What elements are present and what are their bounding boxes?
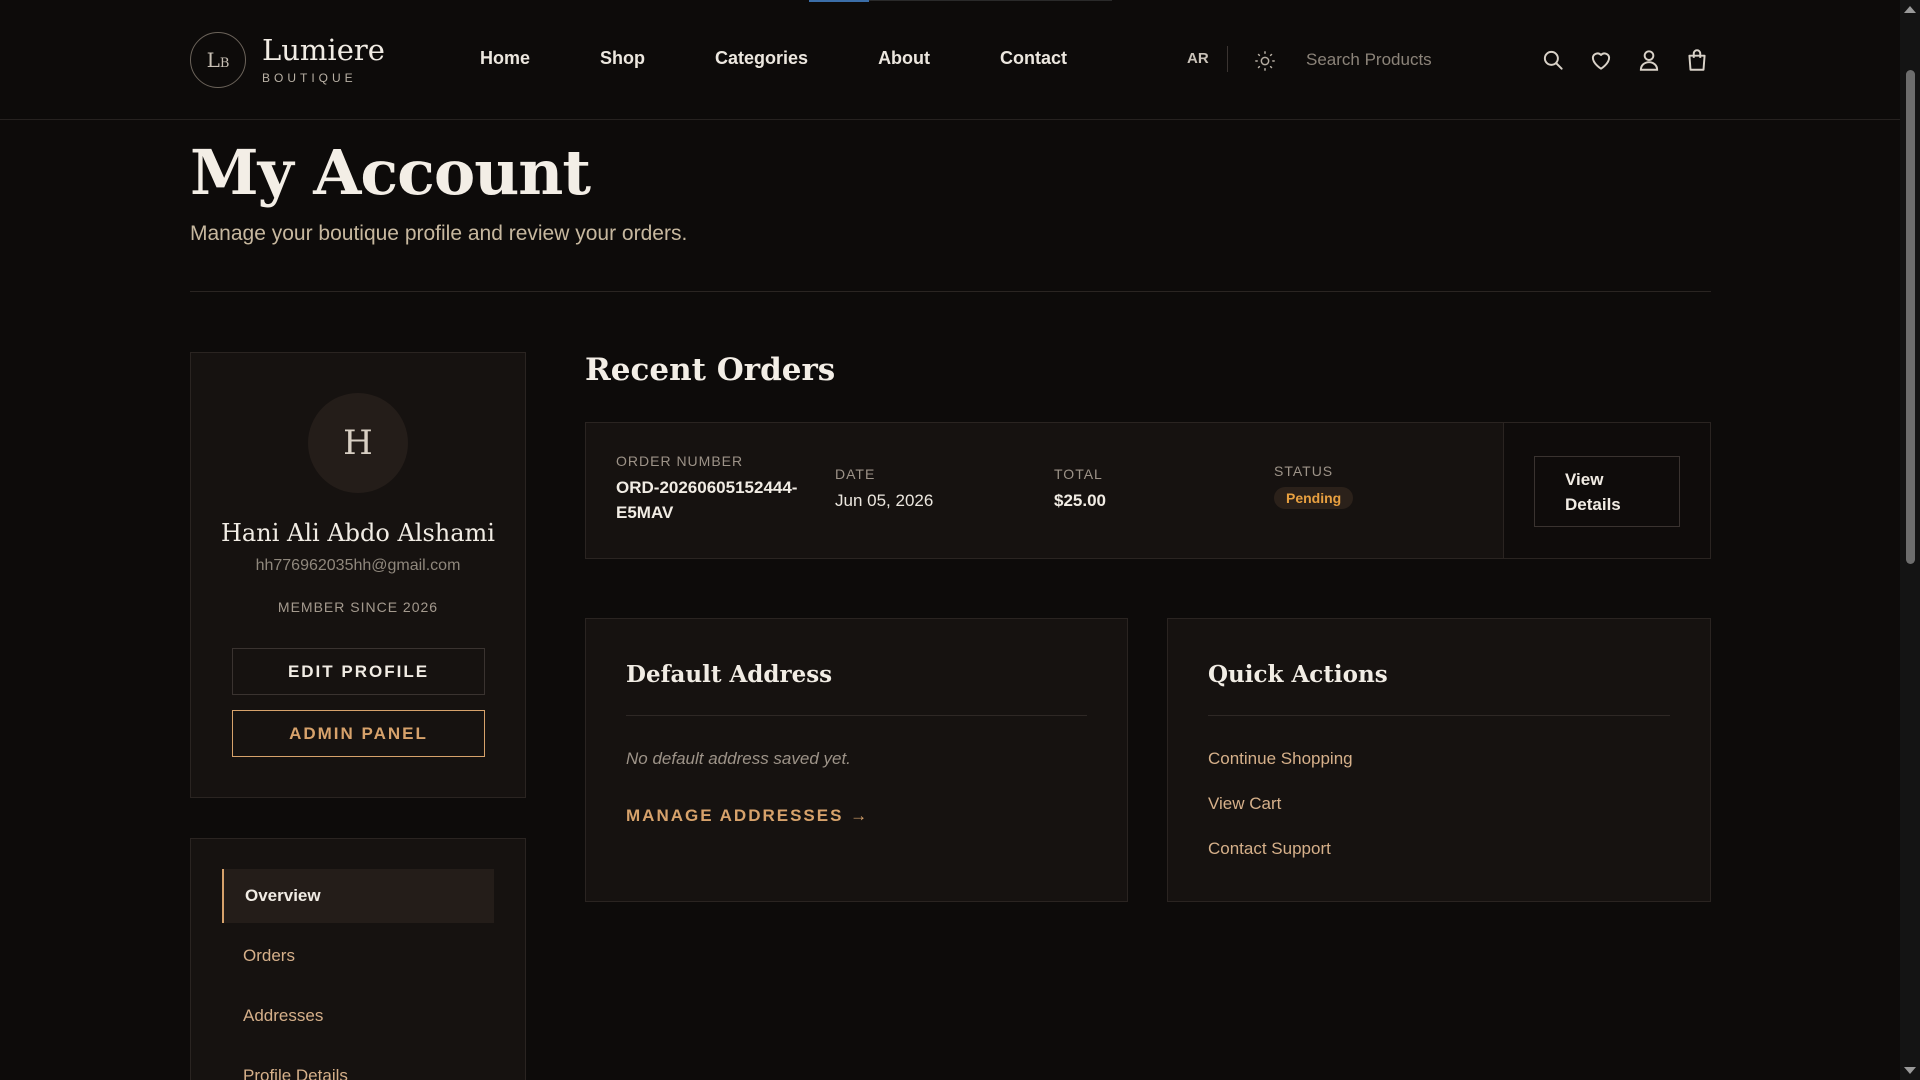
page-scrollbar[interactable] — [1900, 0, 1920, 1080]
sidenav-item-orders[interactable]: Orders — [222, 929, 494, 983]
search-input[interactable] — [1306, 46, 1526, 74]
view-cart-link[interactable]: View Cart — [1208, 794, 1281, 814]
no-address-text: No default address saved yet. — [626, 749, 851, 768]
contact-support-link[interactable]: Contact Support — [1208, 839, 1331, 859]
nav-contact[interactable]: Contact — [1000, 48, 1067, 69]
page-title: My Account — [190, 136, 591, 209]
avatar: H — [308, 393, 408, 493]
panel-divider — [626, 715, 1087, 716]
quick-actions-card: Quick Actions Continue Shopping View Car… — [1167, 618, 1711, 902]
nav-home[interactable]: Home — [480, 48, 530, 69]
nav-about[interactable]: About — [878, 48, 930, 69]
order-status-label: STATUS — [1274, 463, 1334, 479]
recent-orders-title: Recent Orders — [585, 352, 836, 388]
order-number-label: ORDER NUMBER — [616, 453, 744, 469]
member-since: MEMBER SINCE 2026 — [277, 599, 439, 615]
continue-shopping-link[interactable]: Continue Shopping — [1208, 749, 1353, 769]
status-badge: Pending — [1274, 487, 1354, 509]
order-number-cell: ORDER NUMBER ORD-20260605152444- E5MAV — [616, 453, 797, 525]
site-header: LB Lumiere BOUTIQUE Home Shop Categories… — [0, 0, 1900, 120]
language-switch[interactable]: AR — [1187, 50, 1209, 67]
scroll-down-arrow-icon[interactable] — [1904, 1067, 1916, 1074]
main-nav: Home Shop Categories About Contact — [480, 48, 1137, 69]
admin-panel-button[interactable]: ADMIN PANEL — [232, 710, 485, 757]
brand-name: Lumiere — [262, 32, 385, 67]
order-date-cell: DATE Jun 05, 2026 — [835, 466, 933, 513]
search-icon[interactable] — [1540, 47, 1566, 73]
page-subtitle: Manage your boutique profile and review … — [190, 222, 688, 245]
theme-toggle-icon[interactable] — [1254, 50, 1276, 72]
logo-monogram: LB — [190, 32, 246, 88]
header-divider — [1227, 46, 1228, 72]
brand-tagline: BOUTIQUE — [262, 70, 357, 85]
order-number: ORD-20260605152444- E5MAV — [616, 478, 798, 522]
panel-divider — [1208, 715, 1670, 716]
scrollbar-thumb[interactable] — [1906, 70, 1915, 564]
order-total: $25.00 — [1054, 491, 1106, 510]
order-total-cell: TOTAL $25.00 — [1054, 466, 1106, 513]
order-action-divider — [1503, 423, 1504, 558]
account-sidenav: Overview Orders Addresses Profile Detail… — [190, 838, 526, 1080]
user-icon[interactable] — [1636, 47, 1662, 73]
profile-card: H Hani Ali Abdo Alshami hh776962035hh@gm… — [190, 352, 526, 798]
profile-email: hh776962035hh@gmail.com — [255, 557, 461, 574]
manage-addresses-link[interactable]: MANAGE ADDRESSES → — [626, 806, 869, 826]
profile-name: Hani Ali Abdo Alshami — [221, 519, 495, 547]
order-total-label: TOTAL — [1054, 466, 1103, 482]
sidenav-item-overview[interactable]: Overview — [222, 869, 494, 923]
order-status-cell: STATUS Pending — [1274, 463, 1354, 509]
scroll-up-arrow-icon[interactable] — [1904, 6, 1916, 13]
quick-actions-title: Quick Actions — [1208, 661, 1388, 688]
shopping-bag-icon[interactable] — [1684, 47, 1710, 73]
page-divider — [190, 291, 1711, 292]
brand-logo[interactable]: LB Lumiere BOUTIQUE — [190, 32, 385, 88]
default-address-card: Default Address No default address saved… — [585, 618, 1128, 902]
nav-shop[interactable]: Shop — [600, 48, 645, 69]
sidenav-item-profile-details[interactable]: Profile Details — [222, 1049, 494, 1080]
order-date: Jun 05, 2026 — [835, 491, 934, 510]
view-details-button[interactable]: View Details — [1534, 456, 1680, 527]
sidenav-item-addresses[interactable]: Addresses — [222, 989, 494, 1043]
heart-icon[interactable] — [1588, 47, 1614, 73]
nav-categories[interactable]: Categories — [715, 48, 808, 69]
default-address-title: Default Address — [626, 661, 833, 688]
order-row: ORDER NUMBER ORD-20260605152444- E5MAV D… — [585, 422, 1711, 559]
edit-profile-button[interactable]: EDIT PROFILE — [232, 648, 485, 695]
order-date-label: DATE — [835, 466, 876, 482]
